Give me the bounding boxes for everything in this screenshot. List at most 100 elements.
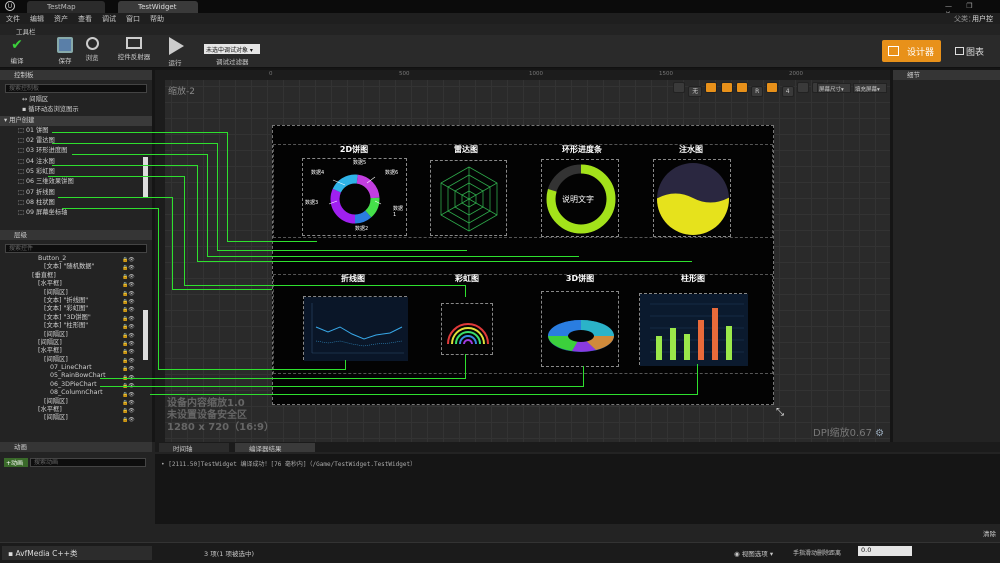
r-button[interactable]: R	[751, 86, 764, 97]
window-controls[interactable]: — ❐ ✕	[945, 2, 997, 18]
scroll-distance-input[interactable]: 0.0	[858, 546, 912, 556]
tab-testmap[interactable]: TestMap	[27, 1, 105, 13]
graph-button[interactable]: 图表	[955, 45, 984, 58]
selection-count: 3 项(1 项被选中)	[204, 550, 254, 558]
list-item[interactable]: ▪ 循环动态浏览图示	[6, 105, 152, 115]
menu-edit[interactable]: 编辑	[30, 14, 44, 24]
tab-label: TestMap	[47, 3, 76, 11]
compile-button[interactable]: ✔ 编译	[2, 37, 32, 65]
tab-testwidget[interactable]: TestWidget	[118, 1, 198, 13]
menu-help[interactable]: 帮助	[150, 14, 164, 24]
btn-label: 无	[692, 88, 699, 95]
ring-progress-widget[interactable]: 说明文字	[541, 159, 619, 237]
graph-label: 图表	[966, 48, 985, 58]
designer-button[interactable]: 设计器	[882, 40, 941, 62]
screen-size-dropdown[interactable]: 屏幕尺寸▾	[817, 83, 851, 93]
grid-toggle[interactable]	[766, 82, 779, 93]
save-label: 保存	[58, 57, 72, 65]
liquid-fill-widget[interactable]	[653, 159, 731, 237]
ring-caption: 说明文字	[562, 195, 594, 204]
horizontal-ruler: 0 500 1000 1500 2000	[155, 70, 890, 80]
pie-chart-widget[interactable]: 数据5 数据4 数据6 数据3 数据1 数据2	[302, 158, 407, 236]
tab-compiler-results[interactable]: 编译器结果	[235, 443, 315, 453]
menu-file[interactable]: 文件	[6, 14, 20, 24]
snap-toggle[interactable]	[735, 82, 748, 93]
content-browser-item[interactable]: ▪ AvfMedia C++类	[2, 546, 152, 560]
item-label: 07 折线图	[25, 188, 55, 196]
column-chart-widget[interactable]	[639, 293, 748, 366]
visibility-icons[interactable]: 🔒👁🔒👁🔒👁🔒👁🔒👁🔒👁🔒👁🔒👁🔒👁🔒👁🔒👁🔒👁🔒👁🔒👁🔒👁🔒👁🔒👁🔒👁🔒👁🔒👁	[122, 256, 142, 434]
fit-button[interactable]	[796, 82, 809, 93]
palette-item-radar[interactable]: ⬚ 02 雷达图	[6, 136, 152, 146]
radar-chart-widget[interactable]	[430, 160, 507, 236]
palette-item-column[interactable]: ⬚ 08 柱状图	[6, 198, 152, 208]
compile-label: 编译	[10, 57, 24, 65]
widget-preview[interactable]: 2D饼图 雷达图 环形进度条 注水图 折线图 彩虹图 3D饼图 柱形图 数据5 …	[272, 125, 774, 405]
expand-icon[interactable]	[673, 82, 685, 93]
row-label: 07_LineChart	[50, 364, 92, 372]
row-label: [文本] "随机数据"	[44, 263, 95, 271]
row-label: [文本] "彩虹图"	[44, 305, 89, 313]
palette-category[interactable]: ▾ 用户创建	[0, 115, 152, 126]
details-panel: 细节	[893, 70, 1000, 442]
debug-target-dropdown[interactable]: 未选中调试对象 ▾	[204, 44, 260, 54]
animation-search-placeholder: 搜索动画	[34, 459, 59, 466]
no-preview-button[interactable]: 无	[688, 86, 703, 97]
gear-icon[interactable]: ⚙	[875, 428, 884, 439]
log-text: [2111.50]TestWidget 编译成功！[76 毫秒内]（/Game/…	[168, 461, 417, 468]
row-label: [水平框]	[38, 347, 62, 355]
pie-label: 数据5	[353, 160, 367, 166]
connector-line	[52, 132, 228, 133]
connector-line	[58, 197, 173, 198]
resize-handle-icon[interactable]: ⤡	[776, 407, 784, 418]
scroll-distance-value: 0.0	[861, 546, 872, 554]
designer-label: 设计器	[907, 48, 935, 58]
palette-item-ring[interactable]: ⬚ 03 环形进度图	[6, 146, 152, 156]
label-2d-pie: 2D饼图	[339, 145, 369, 154]
browse-button[interactable]: 浏览	[77, 37, 107, 62]
menu-window[interactable]: 窗口	[126, 14, 140, 24]
fill-screen-dropdown[interactable]: 填充屏幕▾	[853, 83, 887, 93]
hierarchy-search-input[interactable]: 搜索控件	[5, 244, 147, 253]
menu-debug[interactable]: 调试	[102, 14, 116, 24]
run-button[interactable]: 运行	[160, 37, 190, 67]
palette-search-input[interactable]: 搜索控制板	[5, 84, 147, 93]
animation-header: 动画	[0, 442, 152, 452]
palette-panel: 控制板 搜索控制板 ↔ 间隔区 ▪ 循环动态浏览图示 ▾ 用户创建 ⬚ 01 饼…	[0, 70, 152, 230]
pie-label: 数据1	[393, 206, 404, 218]
lock-toggle-2[interactable]	[720, 82, 733, 93]
hierarchy-scrollbar[interactable]	[143, 310, 148, 360]
clear-button[interactable]: 清除	[983, 528, 996, 538]
pie-label: 数据6	[385, 170, 399, 176]
grid-size-button[interactable]: 4	[781, 86, 794, 97]
menu-view[interactable]: 查看	[78, 14, 92, 24]
save-button[interactable]: 保存	[50, 37, 80, 65]
eye-icon: ◉	[734, 550, 742, 558]
animation-search-input[interactable]: 搜索动画	[30, 458, 146, 467]
palette-item-3dpie[interactable]: ⬚ 06 三维效果饼图	[6, 177, 152, 187]
rainbow-chart-widget[interactable]	[441, 303, 493, 355]
dpi-scale-label: DPI缩放0.67 ⚙	[813, 424, 884, 439]
label-radar: 雷达图	[454, 145, 478, 154]
3d-pie-widget[interactable]	[541, 291, 619, 367]
tab-timeline[interactable]: 时间轴	[159, 443, 229, 453]
pie-label: 数据2	[355, 226, 369, 232]
connector-line	[217, 250, 467, 251]
list-item[interactable]: ↔ 间隔区	[6, 95, 152, 105]
device-scale-text: 设备内容缩放1.0	[167, 398, 245, 409]
lock-toggle[interactable]	[705, 82, 718, 93]
palette-scrollbar[interactable]	[143, 157, 148, 197]
view-options-button[interactable]: ◉ 视图选项 ▾	[734, 548, 773, 558]
label-liquid: 注水图	[679, 145, 703, 154]
add-animation-button[interactable]: +动画	[4, 458, 28, 467]
line-chart-widget[interactable]	[303, 296, 408, 361]
item-label: 循环动态浏览图示	[28, 106, 79, 114]
row-label: 08_ColumnChart	[50, 389, 103, 397]
palette-item-axis[interactable]: ⬚ 09 屏幕坐标轴	[6, 208, 152, 218]
widget-reflector-button[interactable]: 控件反射器	[116, 37, 152, 61]
menu-asset[interactable]: 资产	[54, 14, 68, 24]
add-animation-label: +动画	[6, 460, 24, 467]
connector-line	[52, 165, 198, 166]
run-label: 运行	[168, 59, 182, 67]
connector-line	[100, 378, 466, 379]
